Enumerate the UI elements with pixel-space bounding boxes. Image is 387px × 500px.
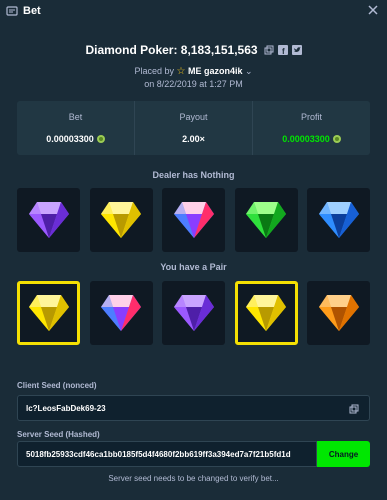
- bet-stats: Bet 0.00003300 Payout 2.00× Profit 0.000…: [17, 101, 370, 155]
- modal-title: Bet: [23, 5, 41, 17]
- placed-prefix: Placed by: [134, 66, 174, 76]
- stat-value: 0.00003300: [46, 134, 105, 144]
- star-icon: ☆: [176, 66, 186, 77]
- copy-icon[interactable]: [349, 404, 359, 414]
- game-title: Diamond Poker: 8,183,151,563: [85, 43, 258, 57]
- svg-text:f: f: [282, 47, 285, 55]
- stat-bet: Bet 0.00003300: [17, 101, 134, 155]
- gem-tile: [89, 188, 153, 252]
- player-gems: [17, 281, 370, 345]
- server-seed-value: 5018fb25933cdf46ca1bb0185f5d4f4680f2bb61…: [26, 449, 291, 459]
- multi-gem-icon: [101, 295, 141, 331]
- blue-gem-icon: [318, 202, 359, 238]
- twitter-icon[interactable]: [291, 45, 302, 55]
- ticket-icon: [6, 6, 18, 16]
- coin-icon: [96, 135, 105, 143]
- server-seed-label: Server Seed (Hashed): [17, 430, 100, 439]
- stat-label: Profit: [300, 112, 322, 122]
- yellow-gem-icon: [101, 202, 141, 238]
- modal-header: Bet: [0, 0, 387, 22]
- dealer-hand-label: Dealer has Nothing: [152, 170, 235, 180]
- client-seed-field[interactable]: lc?LeosFabDek69-23: [17, 395, 370, 421]
- yellow-gem-icon: [246, 295, 286, 331]
- gem-tile: [162, 281, 225, 345]
- client-seed-value: lc?LeosFabDek69-23: [26, 403, 106, 413]
- stat-value: 2.00×: [182, 134, 205, 144]
- client-seed-label: Client Seed (nonced): [17, 381, 97, 390]
- gem-tile: [234, 188, 298, 252]
- gem-tile: [17, 188, 80, 252]
- chevron-down-icon[interactable]: ⌄: [245, 66, 253, 76]
- gem-tile: [162, 188, 225, 252]
- bet-date: on 8/22/2019 at 1:27 PM: [144, 79, 243, 89]
- server-seed-field[interactable]: 5018fb25933cdf46ca1bb0185f5d4f4680f2bb61…: [17, 441, 317, 467]
- username[interactable]: ME gazon4ik: [188, 66, 243, 76]
- stat-label: Payout: [179, 112, 208, 122]
- gem-tile: [17, 281, 80, 345]
- player-hand-label: You have a Pair: [160, 262, 227, 272]
- change-seed-button[interactable]: Change: [317, 441, 370, 467]
- purple-gem-icon: [28, 202, 69, 238]
- stat-profit: Profit 0.00003300: [252, 101, 370, 155]
- game-title-row: Diamond Poker: 8,183,151,563 f: [0, 43, 387, 57]
- green-gem-icon: [246, 202, 286, 238]
- gem-tile: [307, 188, 370, 252]
- yellow-gem-icon: [28, 295, 69, 331]
- dealer-gems: [17, 188, 370, 252]
- purple-gem-icon: [173, 295, 214, 331]
- close-icon[interactable]: [367, 4, 379, 16]
- profit-amount: 0.00003300: [282, 134, 330, 144]
- payout-multiplier: 2.00×: [182, 134, 205, 144]
- facebook-icon[interactable]: f: [277, 45, 288, 55]
- seed-section: Client Seed (nonced) lc?LeosFabDek69-23 …: [0, 363, 387, 500]
- stat-label: Bet: [68, 112, 83, 122]
- gem-tile: [234, 281, 298, 345]
- multi-gem-icon: [173, 202, 214, 238]
- stat-value: 0.00003300: [282, 134, 341, 144]
- gem-tile: [89, 281, 153, 345]
- placed-by: Placed by ☆ ME gazon4ik ⌄: [0, 66, 387, 77]
- bet-amount: 0.00003300: [46, 134, 94, 144]
- orange-gem-icon: [318, 295, 359, 331]
- verify-note: Server seed needs to be changed to verif…: [108, 474, 279, 483]
- gem-tile: [307, 281, 370, 345]
- copy-icon[interactable]: [264, 45, 274, 55]
- coin-icon: [332, 135, 341, 143]
- stat-payout: Payout 2.00×: [134, 101, 252, 155]
